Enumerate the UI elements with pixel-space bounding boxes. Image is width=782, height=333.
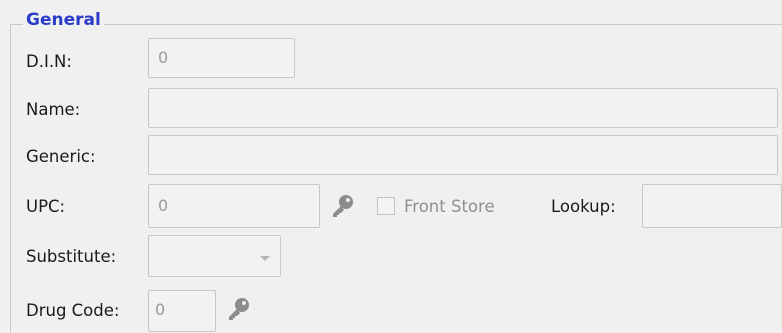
substitute-label: Substitute:	[26, 247, 117, 266]
name-label: Name:	[26, 100, 81, 119]
group-title: General	[23, 10, 104, 30]
generic-field[interactable]	[148, 135, 778, 175]
generic-label: Generic:	[26, 147, 96, 166]
drug-code-field[interactable]: 0	[148, 290, 216, 332]
front-store-checkbox[interactable]	[377, 197, 395, 215]
upc-label: UPC:	[26, 197, 66, 216]
front-store-label: Front Store	[404, 197, 495, 216]
din-field[interactable]: 0	[148, 38, 295, 78]
name-field[interactable]	[148, 88, 778, 128]
general-groupbox	[10, 24, 782, 333]
upc-field[interactable]: 0	[148, 184, 320, 228]
general-panel: General D.I.N: 0 Name: Generic: UPC: 0 F…	[0, 0, 782, 333]
key-icon[interactable]	[226, 296, 252, 322]
chevron-down-icon	[260, 256, 270, 261]
key-icon[interactable]	[330, 193, 356, 219]
din-label: D.I.N:	[26, 52, 72, 71]
lookup-field[interactable]	[642, 184, 782, 228]
drug-code-label: Drug Code:	[26, 301, 120, 320]
lookup-label: Lookup:	[551, 197, 616, 216]
substitute-dropdown[interactable]	[148, 235, 281, 277]
